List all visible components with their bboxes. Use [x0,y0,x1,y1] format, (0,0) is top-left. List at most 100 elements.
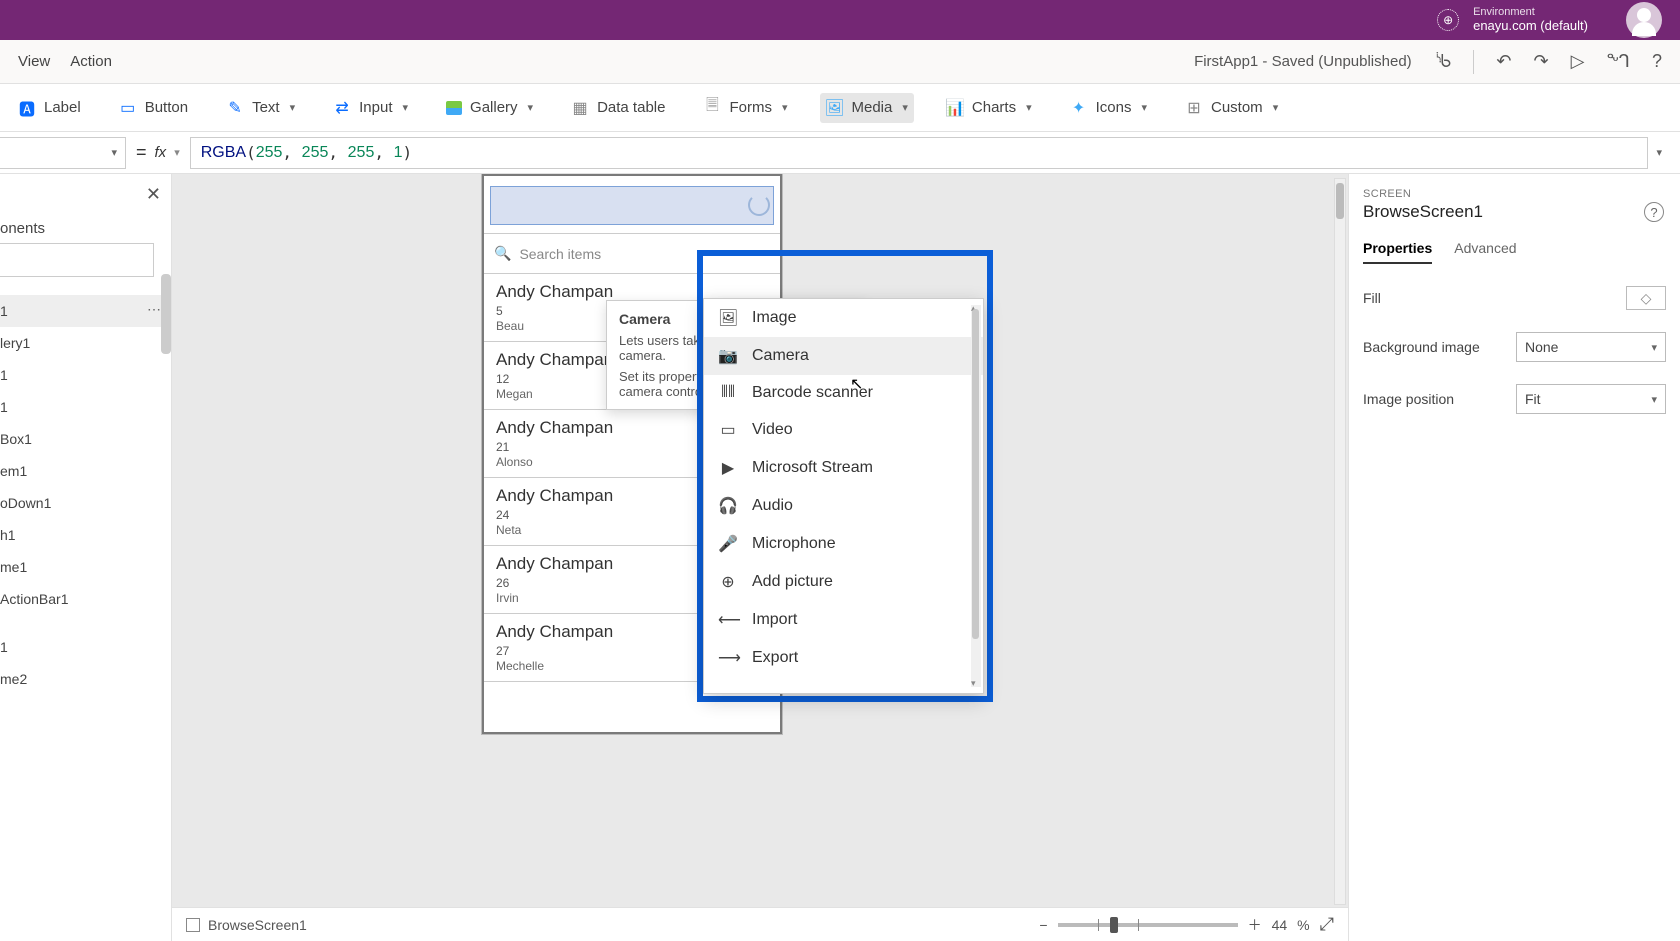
tab-properties[interactable]: Properties [1363,240,1432,264]
tree-item[interactable] [0,615,171,631]
mic-icon: 🎤 [718,534,738,554]
screen-meta-label: SCREEN [1363,188,1666,200]
prop-bg-label: Background image [1363,339,1480,355]
canvas-footer: BrowseScreen1 − ＋ 44 % ⤢ [172,907,1348,941]
tree-search-input[interactable] [0,243,154,277]
undo-icon[interactable]: ↶ [1496,51,1511,72]
tree-item[interactable]: me1 [0,551,171,583]
tree-item[interactable]: em1 [0,455,171,487]
insert-charts[interactable]: 📊Charts▾ [940,93,1038,123]
media-option-addpic[interactable]: ⊕Add picture [704,563,983,601]
fit-screen-icon[interactable]: ⤢ [1320,914,1334,935]
tree-panel: ✕ onents 1⋯lery111Box1em1oDown1h1me1Acti… [0,174,172,941]
tree-item[interactable]: 1 [0,631,171,663]
barcode-icon: ⦀⦀ [718,384,738,402]
export-icon: ⟶ [718,648,738,668]
media-option-barcode[interactable]: ⦀⦀Barcode scanner [704,375,983,411]
zoom-unit: % [1297,917,1309,933]
media-option-mic[interactable]: 🎤 Microphone [704,525,983,563]
tree-item[interactable]: ActionBar1 [0,583,171,615]
dropdown-scrollbar[interactable]: ▴ ▾ [971,305,981,687]
media-option-image[interactable]: 🖼 Image [704,299,983,337]
fill-swatch[interactable]: ◇ [1626,286,1666,310]
tree-item[interactable]: h1 [0,519,171,551]
tree-item[interactable]: 1⋯ [0,295,171,327]
tree-item[interactable]: Box1 [0,423,171,455]
panel-help-icon[interactable]: ? [1644,202,1664,222]
formula-input[interactable]: RGBA(255, 255, 255, 1) [190,137,1649,169]
media-option-label: Audio [752,497,793,515]
import-icon: ⟵ [718,610,738,630]
insert-gallery[interactable]: Gallery▾ [440,93,539,122]
share-icon[interactable]: ᙰ [1606,51,1630,72]
media-option-stream[interactable]: ▶Microsoft Stream [704,449,983,487]
search-row[interactable]: 🔍 Search items [484,234,780,274]
media-option-label: Camera [752,347,809,365]
media-option-audio[interactable]: 🎧 Audio [704,487,983,525]
tree-item[interactable]: oDown1 [0,487,171,519]
zoom-in-icon[interactable]: ＋ [1248,915,1262,935]
tree-item[interactable]: 1 [0,359,171,391]
tab-view[interactable]: View [18,53,50,70]
zoom-value: 44 [1272,917,1288,933]
tree-item[interactable]: 1 [0,391,171,423]
pos-select[interactable]: Fit▾ [1516,384,1666,414]
zoom-out-icon[interactable]: − [1039,917,1047,933]
insert-custom[interactable]: ⊞Custom▾ [1179,93,1284,123]
media-option-import[interactable]: ⟵ Import [704,601,983,639]
media-option-label: Export [752,649,798,667]
insert-text[interactable]: ✎Text▾ [220,93,301,123]
zoom-slider[interactable] [1058,923,1238,927]
media-option-label: Microphone [752,535,836,553]
insert-media[interactable]: 🖼Media▾ [820,93,914,123]
tab-action[interactable]: Action [70,53,112,70]
redo-icon[interactable]: ↷ [1533,51,1548,72]
fx-label[interactable]: fx [155,144,167,161]
environment-text: Environment enayu.com (default) [1473,6,1588,34]
insert-input[interactable]: ⇄Input▾ [327,93,414,123]
media-option-video[interactable]: ▭ Video [704,411,983,449]
play-icon[interactable]: ▷ [1571,51,1585,72]
insert-datatable[interactable]: ▦Data table [565,93,671,123]
loading-spinner-icon [748,194,770,216]
media-option-label: Video [752,421,793,439]
formula-bar: ▾ = fx ▾ RGBA(255, 255, 255, 1) ▾ [0,132,1680,174]
image-icon: 🖼 [718,308,738,328]
tree-item[interactable]: me2 [0,663,171,695]
insert-label[interactable]: 🅰Label [12,93,87,123]
media-option-export[interactable]: ⟶ Export [704,639,983,677]
health-check-icon[interactable]: ᔎ [1436,51,1452,72]
more-icon[interactable]: ⋯ [147,301,161,318]
fx-expand-icon[interactable]: ▾ [174,146,180,159]
avatar-icon[interactable] [1626,2,1662,38]
tab-advanced[interactable]: Advanced [1454,240,1516,264]
video-icon: ▭ [718,420,738,440]
properties-panel: SCREEN BrowseScreen1 ? Properties Advanc… [1348,174,1680,941]
help-icon[interactable]: ? [1652,51,1662,72]
media-option-label: Image [752,309,796,327]
camera-icon: 📷 [718,346,738,366]
breadcrumb[interactable]: BrowseScreen1 [208,917,307,933]
insert-button[interactable]: ▭Button [113,93,194,123]
equals-sign: = [136,142,147,163]
bg-select[interactable]: None▾ [1516,332,1666,362]
environment-icon: ⊕ [1437,9,1459,31]
tree-scrollbar[interactable] [161,274,171,354]
formula-expand-icon[interactable]: ▾ [1656,146,1662,159]
canvas-scrollbar[interactable] [1334,178,1346,905]
tree-item[interactable]: lery1 [0,327,171,359]
insert-forms[interactable]: 🗏Forms▾ [697,93,793,123]
media-option-label: Import [752,611,797,629]
media-option-camera[interactable]: 📷 Camera [704,337,983,375]
main-area: ✕ onents 1⋯lery111Box1em1oDown1h1me1Acti… [0,174,1680,941]
addpic-icon: ⊕ [718,572,738,592]
app-header[interactable] [484,176,780,234]
tree-search[interactable] [0,243,171,277]
insert-icons[interactable]: ✦Icons▾ [1064,93,1153,123]
search-icon: 🔍 [494,245,511,262]
property-selector[interactable]: ▾ [0,137,126,169]
audio-icon: 🎧 [718,496,738,516]
close-icon[interactable]: ✕ [146,184,161,205]
breadcrumb-icon [186,918,200,932]
app-title: FirstApp1 - Saved (Unpublished) [1194,53,1412,70]
